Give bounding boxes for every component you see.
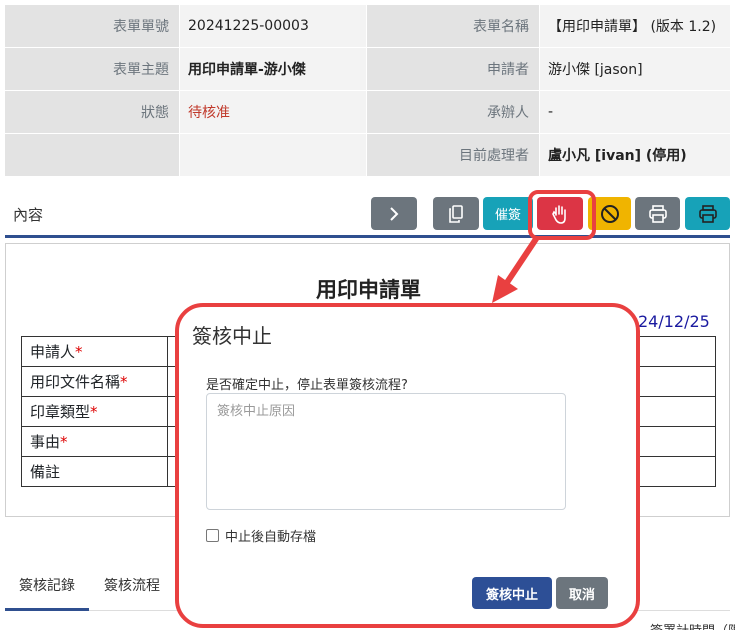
field-label: 備註 [21, 456, 168, 487]
form-name-label: 表單名稱 [367, 5, 539, 47]
applicant-value: 游小傑 [jason] [540, 48, 730, 90]
form-no-label: 表單單號 [5, 5, 179, 47]
tab-sign-records[interactable]: 簽核記錄 [19, 575, 75, 595]
auto-archive-checkbox[interactable] [206, 529, 219, 542]
applicant-label: 申請者 [367, 48, 539, 90]
content-title: 內容 [13, 206, 44, 224]
copy-icon [449, 204, 463, 223]
field-label: 印章類型* [21, 396, 168, 427]
empty-label [5, 134, 179, 176]
field-label: 事由* [21, 426, 168, 457]
print-button[interactable] [635, 197, 680, 230]
form-no-value: 20241225-00003 [180, 5, 366, 47]
handler-value: - [540, 91, 730, 133]
confirm-stop-button[interactable]: 簽核中止 [472, 577, 552, 609]
form-title: 用印申請單 [316, 278, 421, 302]
info-row: 表單單號 20241225-00003 表單名稱 【用印申請單】 (版本 1.2… [5, 5, 730, 48]
stop-reason-textarea[interactable] [206, 393, 566, 510]
annotation-arrow-icon [492, 236, 539, 303]
printer-icon [648, 204, 667, 223]
subject-label: 表單主題 [5, 48, 179, 90]
active-tab-indicator [5, 608, 89, 611]
prohibited-icon [600, 204, 619, 223]
stop-button-highlight [528, 190, 596, 240]
info-row: 表單主題 用印申請單-游小傑 申請者 游小傑 [jason] [5, 48, 730, 91]
field-label: 用印文件名稱* [21, 366, 168, 397]
next-button[interactable] [371, 197, 417, 230]
modal-question: 是否確定中止，停止表單簽核流程? [206, 378, 408, 393]
auto-archive-label: 中止後自動存檔 [225, 530, 317, 545]
urge-button[interactable]: 催簽 [483, 197, 533, 230]
info-row: 目前處理者 盧小凡 [ivan] (停用) [5, 134, 730, 177]
partial-column-text: 簽署計時間（限上 [650, 620, 735, 630]
current-processor-label: 目前處理者 [367, 134, 539, 176]
info-row: 狀態 待核准 承辦人 - [5, 91, 730, 134]
status-label: 狀態 [5, 91, 179, 133]
auto-archive-option[interactable]: 中止後自動存檔 [206, 526, 316, 545]
modal-title: 簽核中止 [192, 324, 272, 348]
content-header: 內容 催簽 [5, 190, 730, 238]
copy-button[interactable] [433, 197, 479, 230]
tab-sign-flow[interactable]: 簽核流程 [104, 575, 160, 595]
cancel-button[interactable]: 取消 [556, 577, 608, 609]
stop-sign-modal: 簽核中止 是否確定中止，停止表單簽核流程? 中止後自動存檔 簽核中止 取消 [192, 308, 620, 624]
form-info-table: 表單單號 20241225-00003 表單名稱 【用印申請單】 (版本 1.2… [5, 5, 730, 177]
subject-value: 用印申請單-游小傑 [180, 48, 366, 90]
form-date: 24/12/25 [638, 312, 710, 331]
status-value: 待核准 [180, 91, 366, 133]
empty-value [180, 134, 366, 176]
current-processor-value: 盧小凡 [ivan] (停用) [540, 134, 730, 176]
printer-icon [698, 204, 717, 223]
chevron-right-icon [390, 206, 399, 221]
handler-label: 承辦人 [367, 91, 539, 133]
field-label: 申請人* [21, 336, 168, 367]
form-name-value: 【用印申請單】 (版本 1.2) [540, 5, 730, 47]
print-preview-button[interactable] [685, 197, 730, 230]
